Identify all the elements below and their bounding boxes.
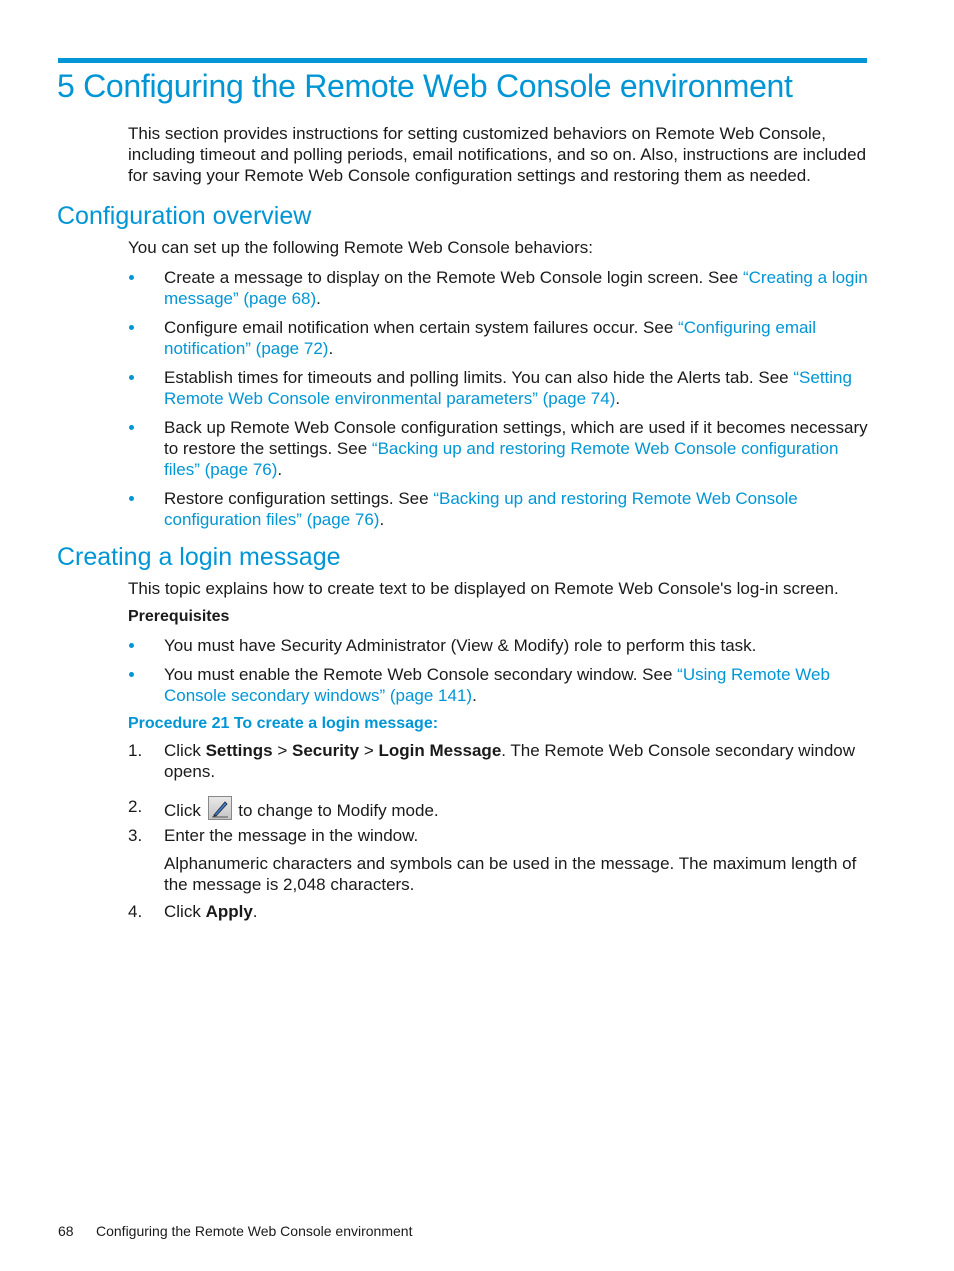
separator: > — [272, 741, 292, 760]
bullet-icon — [129, 325, 134, 330]
step-text: . — [252, 902, 258, 921]
separator: > — [359, 741, 379, 760]
section-heading-creating-login-message: Creating a login message — [57, 543, 341, 571]
item-text: Create a message to display on the Remot… — [164, 268, 743, 287]
item-end: . — [328, 339, 334, 358]
page-number: 68 — [58, 1223, 74, 1239]
item-text: You must have Security Administrator (Vi… — [164, 636, 757, 655]
item-end: . — [472, 686, 477, 705]
item-end: . — [316, 289, 321, 308]
bullet-icon — [129, 672, 134, 677]
prereq-list: You must have Security Administrator (Vi… — [128, 635, 870, 714]
ui-term-settings: Settings — [205, 741, 273, 760]
list-item: Establish times for timeouts and polling… — [128, 367, 870, 409]
item-end: . — [379, 510, 385, 529]
ui-term-apply: Apply — [205, 902, 253, 921]
item-end: . — [277, 460, 283, 479]
chapter-rule — [58, 58, 867, 63]
modify-pen-icon — [207, 796, 232, 820]
bullet-icon — [129, 375, 134, 380]
list-item: Back up Remote Web Console configuration… — [128, 417, 870, 480]
step-number: 2. — [128, 797, 143, 816]
step-item: 3. Enter the message in the window. Alph… — [128, 825, 870, 895]
list-item: Create a message to display on the Remot… — [128, 267, 870, 309]
overview-lead: You can set up the following Remote Web … — [128, 238, 593, 257]
list-item: Restore configuration settings. See “Bac… — [128, 488, 870, 530]
step-note: Alphanumeric characters and symbols can … — [164, 854, 857, 894]
chapter-intro: This section provides instructions for s… — [128, 124, 867, 185]
prerequisites-label: Prerequisites — [128, 608, 230, 625]
bullet-icon — [129, 425, 134, 430]
step-number: 1. — [128, 741, 143, 760]
step-text: Click — [164, 801, 206, 820]
bullet-icon — [129, 496, 134, 501]
list-item: You must enable the Remote Web Console s… — [128, 664, 870, 706]
item-text: You must enable the Remote Web Console s… — [164, 665, 678, 684]
section-heading-configuration-overview: Configuration overview — [57, 202, 312, 230]
list-item: You must have Security Administrator (Vi… — [128, 635, 870, 656]
ui-term-security: Security — [292, 741, 360, 760]
item-end: . — [615, 389, 621, 408]
bullet-icon — [129, 643, 134, 648]
step-item: 2. Click to change to Modify mode. — [128, 796, 870, 821]
login-lead: This topic explains how to create text t… — [128, 579, 839, 598]
running-title: Configuring the Remote Web Console envir… — [96, 1223, 413, 1239]
item-text: Configure email notification when certai… — [164, 318, 679, 337]
bullet-icon — [129, 275, 134, 280]
ui-term-login-message: Login Message — [378, 741, 502, 760]
step-text: Click — [164, 902, 206, 921]
page-footer: 68 Configuring the Remote Web Console env… — [58, 1222, 412, 1240]
item-text: Restore configuration settings. See — [164, 489, 434, 508]
list-item: Configure email notification when certai… — [128, 317, 870, 359]
step-number: 4. — [128, 902, 143, 921]
step-item: 1. Click Settings > Security > Login Mes… — [128, 740, 870, 782]
step-text: Click — [164, 741, 206, 760]
procedure-steps: 1. Click Settings > Security > Login Mes… — [128, 740, 870, 922]
step-item: 4. Click Apply. — [128, 901, 870, 922]
step-text: Enter the message in the window. — [164, 826, 419, 845]
chapter-title: 5 Configuring the Remote Web Console env… — [57, 68, 793, 104]
step-text: to change to Modify mode. — [233, 801, 439, 820]
step-number: 3. — [128, 826, 143, 845]
item-text: Establish times for timeouts and polling… — [164, 368, 794, 387]
overview-list: Create a message to display on the Remot… — [128, 267, 870, 538]
procedure-title: Procedure 21 To create a login message: — [128, 715, 439, 732]
